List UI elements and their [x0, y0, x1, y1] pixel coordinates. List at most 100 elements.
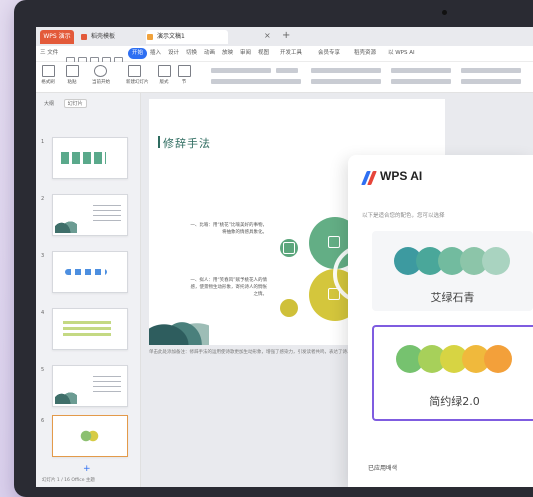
button-label: 版式	[159, 80, 169, 85]
palette-name: 简约绿2.0	[429, 395, 480, 408]
font-size-select[interactable]	[276, 68, 298, 73]
arrange-tools[interactable]	[391, 79, 451, 84]
slide-thumbnail-4[interactable]	[52, 308, 128, 350]
section-icon	[177, 65, 191, 77]
menu-view[interactable]: 视图	[258, 48, 269, 59]
thumb-lines	[63, 321, 111, 337]
paste-button[interactable]: 粘贴	[64, 65, 80, 85]
menu-wps-ai[interactable]: 以 WPS AI	[388, 48, 415, 59]
palette-name: 艾绿石青	[430, 291, 475, 304]
slide-number: 3	[41, 253, 45, 259]
menu-docer[interactable]: 稻壳资源	[354, 48, 376, 59]
format-painter-icon	[41, 65, 55, 77]
palette-card-ailv-shiqing[interactable]: 艾绿石青	[372, 231, 533, 311]
thumb-text	[93, 205, 121, 223]
wps-ai-logo-icon	[361, 171, 377, 185]
menu-bar: 三 文件 开始 插入 设计 切换 动画 放映 审阅 视图 开发工具 会员专享 稻…	[36, 46, 533, 65]
green-circle-small[interactable]	[280, 239, 298, 257]
menu-design[interactable]: 设计	[168, 48, 179, 59]
menu-animation[interactable]: 动画	[204, 48, 215, 59]
add-slide-icon[interactable]: +	[83, 465, 91, 474]
thumb-dots	[65, 269, 107, 275]
tab-slides[interactable]: 幻灯片	[63, 99, 87, 108]
tab-presentation[interactable]: 演示文稿1	[146, 30, 228, 44]
new-slide-button[interactable]: 新建幻灯片	[126, 65, 149, 85]
slide-paragraph-2[interactable]: 一、拟人：用“笑春风”赋予桃花人的情感，使景物生动形象，寄托诗人的惆怅之情。	[189, 277, 267, 298]
tab-label: 稻壳模板	[91, 33, 116, 40]
camera-dot	[442, 10, 447, 15]
menu-file[interactable]: 三 文件	[40, 48, 58, 59]
slide-thumbnail-1[interactable]	[52, 137, 128, 179]
shape-tools[interactable]	[391, 68, 451, 73]
yellow-circle-small[interactable]	[280, 299, 298, 317]
section-button[interactable]: 节	[176, 65, 192, 85]
ai-hint-text: 以下是适合您的配色，您可以选择	[362, 213, 445, 219]
close-tab-icon[interactable]: ×	[264, 32, 271, 40]
slide-number: 6	[41, 418, 45, 424]
thumb-mountain	[55, 386, 77, 404]
tab-wps-home[interactable]: WPS 演示	[40, 30, 74, 44]
button-label: 粘贴	[67, 80, 77, 85]
layout-button[interactable]: 版式	[156, 65, 172, 85]
format-painter-button[interactable]: 格式刷	[40, 65, 56, 85]
paste-icon	[65, 65, 79, 77]
thumb-bars	[61, 152, 106, 164]
wps-ai-panel: WPS AI 以下是适合您的配色，您可以选择 艾绿石青 简约绿2.0 已应用배색	[348, 155, 533, 487]
layout-icon	[157, 65, 171, 77]
menu-home[interactable]: 开始	[128, 48, 148, 59]
stack-icon	[328, 236, 340, 248]
menu-member[interactable]: 会员专享	[318, 48, 340, 59]
slide-thumbnail-6-selected[interactable]	[52, 415, 128, 457]
paragraph-tools[interactable]	[311, 68, 381, 73]
swatch	[482, 247, 510, 275]
wps-window: WPS 演示 稻壳模板 演示文稿1 × + 三 文件 开始 插入 设计 切换 动…	[36, 27, 533, 487]
thumb-mountain	[55, 215, 77, 233]
new-slide-icon	[127, 65, 141, 77]
slide-number: 2	[41, 196, 45, 202]
button-label: 节	[181, 80, 187, 85]
wps-ai-title: WPS AI	[380, 169, 423, 183]
button-label: 新建幻灯片	[126, 80, 149, 85]
thumb-circles	[79, 427, 99, 445]
ink-mountain-image[interactable]	[149, 307, 209, 345]
menu-insert[interactable]: 插入	[150, 48, 161, 59]
palette-swatches	[394, 247, 524, 275]
swatch	[484, 345, 512, 373]
slide-thumbnail-panel: 大纲 幻灯片 1 2 3 4 5 6 + 幻灯片 1 / 16 Office 主…	[36, 93, 141, 487]
menu-developer[interactable]: 开发工具	[280, 48, 302, 59]
tab-bar: WPS 演示 稻壳模板 演示文稿1 × +	[36, 27, 533, 46]
font-format-tools[interactable]	[211, 79, 301, 84]
slide-number: 1	[41, 139, 45, 145]
slide-thumbnail-5[interactable]	[52, 365, 128, 407]
palette-swatches	[396, 345, 526, 373]
status-text: 幻灯片 1 / 16 Office 主题	[42, 478, 95, 483]
play-current-button[interactable]: 当前开始	[92, 65, 110, 85]
recently-applied-label: 已应用배색	[368, 465, 398, 472]
tab-docer-templates[interactable]: 稻壳模板	[80, 30, 140, 44]
slide-number: 5	[41, 367, 45, 373]
slide-paragraph-1[interactable]: 一、比喻：用“桃花”比喻美好的事物，将抽象的情感具象化。	[189, 222, 267, 236]
thumb-text	[93, 376, 121, 394]
quick-access-icons[interactable]	[66, 50, 126, 65]
ribbon-toolbar: 格式刷 粘贴 当前开始 新建幻灯片 版式 节	[36, 62, 533, 93]
play-icon	[93, 65, 107, 77]
slide-number: 4	[41, 310, 45, 316]
tab-label: 演示文稿1	[157, 33, 185, 40]
find-tools[interactable]	[461, 79, 521, 84]
menu-slideshow[interactable]: 放映	[222, 48, 233, 59]
new-tab-icon[interactable]: +	[282, 31, 290, 41]
menu-transition[interactable]: 切换	[186, 48, 197, 59]
tab-outline[interactable]: 大纲	[44, 100, 54, 107]
font-name-select[interactable]	[211, 68, 271, 73]
panel-tabs: 大纲 幻灯片	[44, 99, 87, 108]
slide-thumbnail-2[interactable]	[52, 194, 128, 236]
alignment-tools[interactable]	[311, 79, 381, 84]
palette-card-jianyue-lv-selected[interactable]: 简约绿2.0	[372, 325, 533, 421]
menu-review[interactable]: 审阅	[240, 48, 251, 59]
button-label: 当前开始	[92, 80, 110, 85]
drawing-tools[interactable]	[461, 68, 521, 73]
layers-icon	[283, 242, 295, 254]
slide-thumbnail-3[interactable]	[52, 251, 128, 293]
slide-title[interactable]: 修辞手法	[158, 135, 211, 151]
button-label: 格式刷	[41, 80, 55, 85]
